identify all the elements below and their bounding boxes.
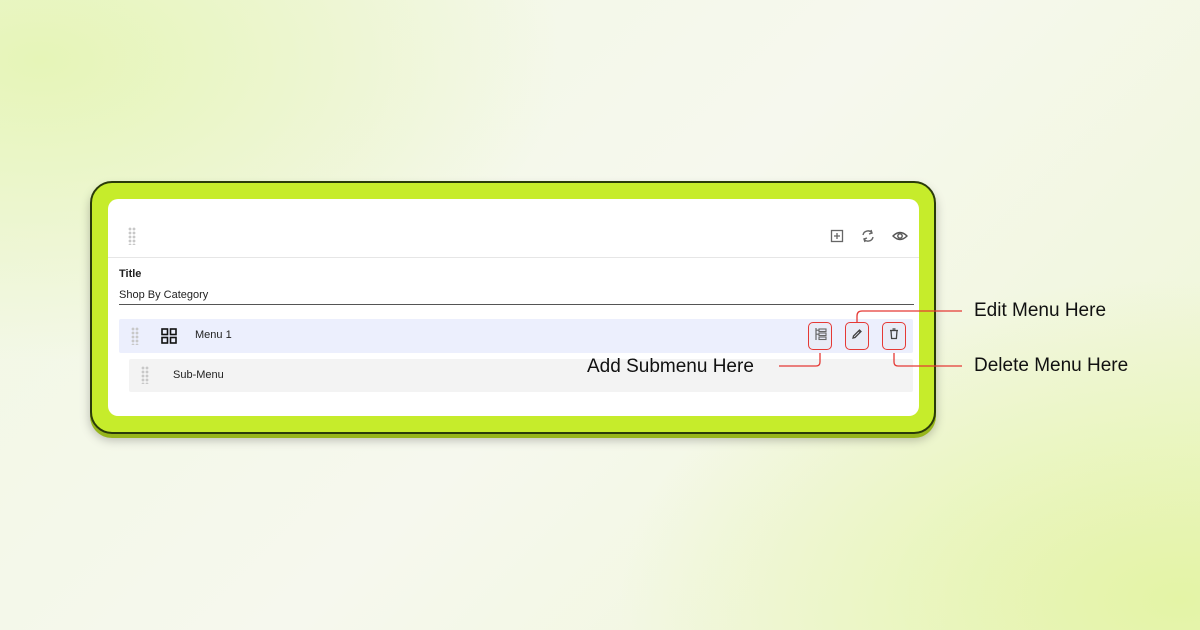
menu-builder-frame: Title Menu 1: [90, 181, 936, 434]
edit-pencil-icon: [850, 327, 864, 346]
add-box-icon[interactable]: [828, 227, 846, 245]
submenu-item-label: Sub-Menu: [173, 369, 224, 381]
menu-builder-panel: Title Menu 1: [108, 199, 919, 416]
refresh-icon[interactable]: [859, 227, 877, 245]
delete-trash-icon: [887, 327, 901, 346]
submenu-item-row[interactable]: Sub-Menu: [129, 359, 913, 392]
menu-item-label: Menu 1: [195, 329, 232, 341]
title-label: Title: [119, 268, 142, 280]
submenu-drag-handle-icon[interactable]: [141, 366, 149, 384]
toolbar-divider: [108, 257, 919, 258]
add-submenu-button[interactable]: [808, 322, 832, 350]
menu-item-row[interactable]: Menu 1: [119, 319, 913, 353]
title-input[interactable]: [119, 285, 914, 305]
edit-menu-callout: Edit Menu Here: [974, 300, 1107, 321]
eye-icon[interactable]: [891, 227, 909, 245]
delete-menu-button[interactable]: [882, 322, 906, 350]
add-submenu-callout: Add Submenu Here: [587, 356, 754, 377]
panel-drag-handle-icon[interactable]: [128, 227, 136, 245]
add-submenu-icon: [813, 327, 827, 346]
grid-icon: [161, 328, 177, 344]
delete-menu-callout: Delete Menu Here: [974, 355, 1129, 376]
edit-menu-button[interactable]: [845, 322, 869, 350]
menu-drag-handle-icon[interactable]: [131, 327, 139, 345]
